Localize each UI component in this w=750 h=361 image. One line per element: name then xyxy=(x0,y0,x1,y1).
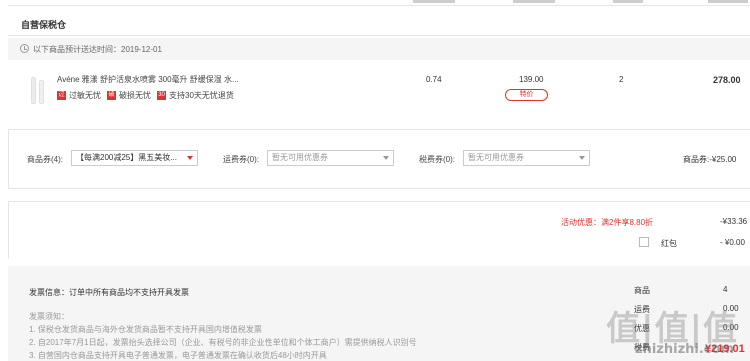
discount-section: 活动优惠：满2件享8.80折 -¥33.36 红包 - ¥0.00 xyxy=(8,201,750,259)
tax-coupon-label: 税费券(0): xyxy=(419,155,455,164)
chevron-down-icon xyxy=(383,156,389,160)
delivery-bar: 以下商品预计送达时间：2019-12-01 xyxy=(8,38,750,60)
warehouse-title: 自营保税仓 xyxy=(21,20,67,30)
hongbao-value: - ¥0.00 xyxy=(720,238,745,247)
chevron-down-icon xyxy=(579,156,585,160)
product-price: 139.00 xyxy=(519,75,544,84)
hongbao-label: 红包 xyxy=(661,239,677,248)
product-row: Avène 雅漾 舒护活泉水喷雾 300毫升 舒缓保湿 水... 过 过敏无忧 … xyxy=(8,66,750,114)
invoice-section: 发票信息：订单中所有商品均不支持开具发票 发票须知： 1. 保税仓发货商品与海外… xyxy=(8,266,750,361)
grand-total: ¥219.01 xyxy=(705,343,745,355)
tag-label: 支持30天无忧退货 xyxy=(169,91,234,100)
product-quantity: 2 xyxy=(619,75,624,84)
coupon-section: 商品券(4): 【每满200减25】黑五美妆... 运费券(0): 暂无可用优惠… xyxy=(8,129,750,189)
product-thumbnail[interactable] xyxy=(28,75,48,105)
product-coupon-sum: 商品券:-¥25.00 xyxy=(683,155,737,164)
activity-discount-value: -¥33.36 xyxy=(720,217,748,226)
allergy-icon: 过 xyxy=(57,91,66,100)
special-price-badge: 特价 xyxy=(505,89,548,101)
tag-return: 30 支持30天无忧退货 xyxy=(157,90,234,101)
invoice-note: 3. 自营国内仓商品支持开具电子普通发票，电子普通发票在确认收货后48小时内开具 xyxy=(29,351,327,360)
summary-label: 运费 xyxy=(634,305,650,314)
delivery-time-text: 以下商品预计送达时间：2019-12-01 xyxy=(33,45,162,54)
activity-discount-label: 活动优惠：满2件享8.80折 xyxy=(561,218,654,227)
summary-label: 商品 xyxy=(634,286,650,295)
damage-icon: 破 xyxy=(107,91,116,100)
product-coupon-select[interactable]: 【每满200减25】黑五美妆... xyxy=(71,150,198,166)
tag-label: 过敏无忧 xyxy=(69,91,101,100)
hongbao-checkbox[interactable] xyxy=(639,237,649,247)
summary-value: 4 xyxy=(723,285,728,294)
product-coupon-label: 商品券(4): xyxy=(27,155,63,164)
table-header-strip xyxy=(8,0,750,6)
tag-allergy: 过 过敏无忧 xyxy=(57,90,101,101)
summary-label: 优惠 xyxy=(634,324,650,333)
invoice-note: 1. 保税仓发货商品与海外仓发货商品暂不支持开具国内增值税发票 xyxy=(29,325,262,334)
tag-label: 破损无忧 xyxy=(119,91,151,100)
invoice-notes-title: 发票须知： xyxy=(29,312,69,321)
summary-value: 0.00 xyxy=(723,323,739,332)
invoice-note: 2. 自2017年7月1日起，发票抬头选择公司（企业、有税号的非企业性单位和个体… xyxy=(29,338,417,347)
warehouse-header: 自营保税仓 xyxy=(8,10,750,36)
tag-damage: 破 破损无忧 xyxy=(107,90,151,101)
product-tax: 0.74 xyxy=(426,75,442,84)
product-total: 278.00 xyxy=(713,75,741,85)
summary-label: 税费 xyxy=(634,343,650,352)
shipping-coupon-label: 运费券(0): xyxy=(223,155,259,164)
product-name-link[interactable]: Avène 雅漾 舒护活泉水喷雾 300毫升 舒缓保湿 水... xyxy=(57,74,257,85)
service-tags: 过 过敏无忧 破 破损无忧 30 支持30天无忧退货 xyxy=(57,90,234,101)
shipping-coupon-select[interactable]: 暂无可用优惠券 xyxy=(267,150,394,166)
summary-value: 0.00 xyxy=(723,304,739,313)
clock-icon xyxy=(20,44,29,53)
chevron-down-icon xyxy=(187,156,193,160)
tax-coupon-select[interactable]: 暂无可用优惠券 xyxy=(463,150,590,166)
return-30-icon: 30 xyxy=(157,91,166,100)
invoice-info: 发票信息：订单中所有商品均不支持开具发票 xyxy=(29,288,189,297)
